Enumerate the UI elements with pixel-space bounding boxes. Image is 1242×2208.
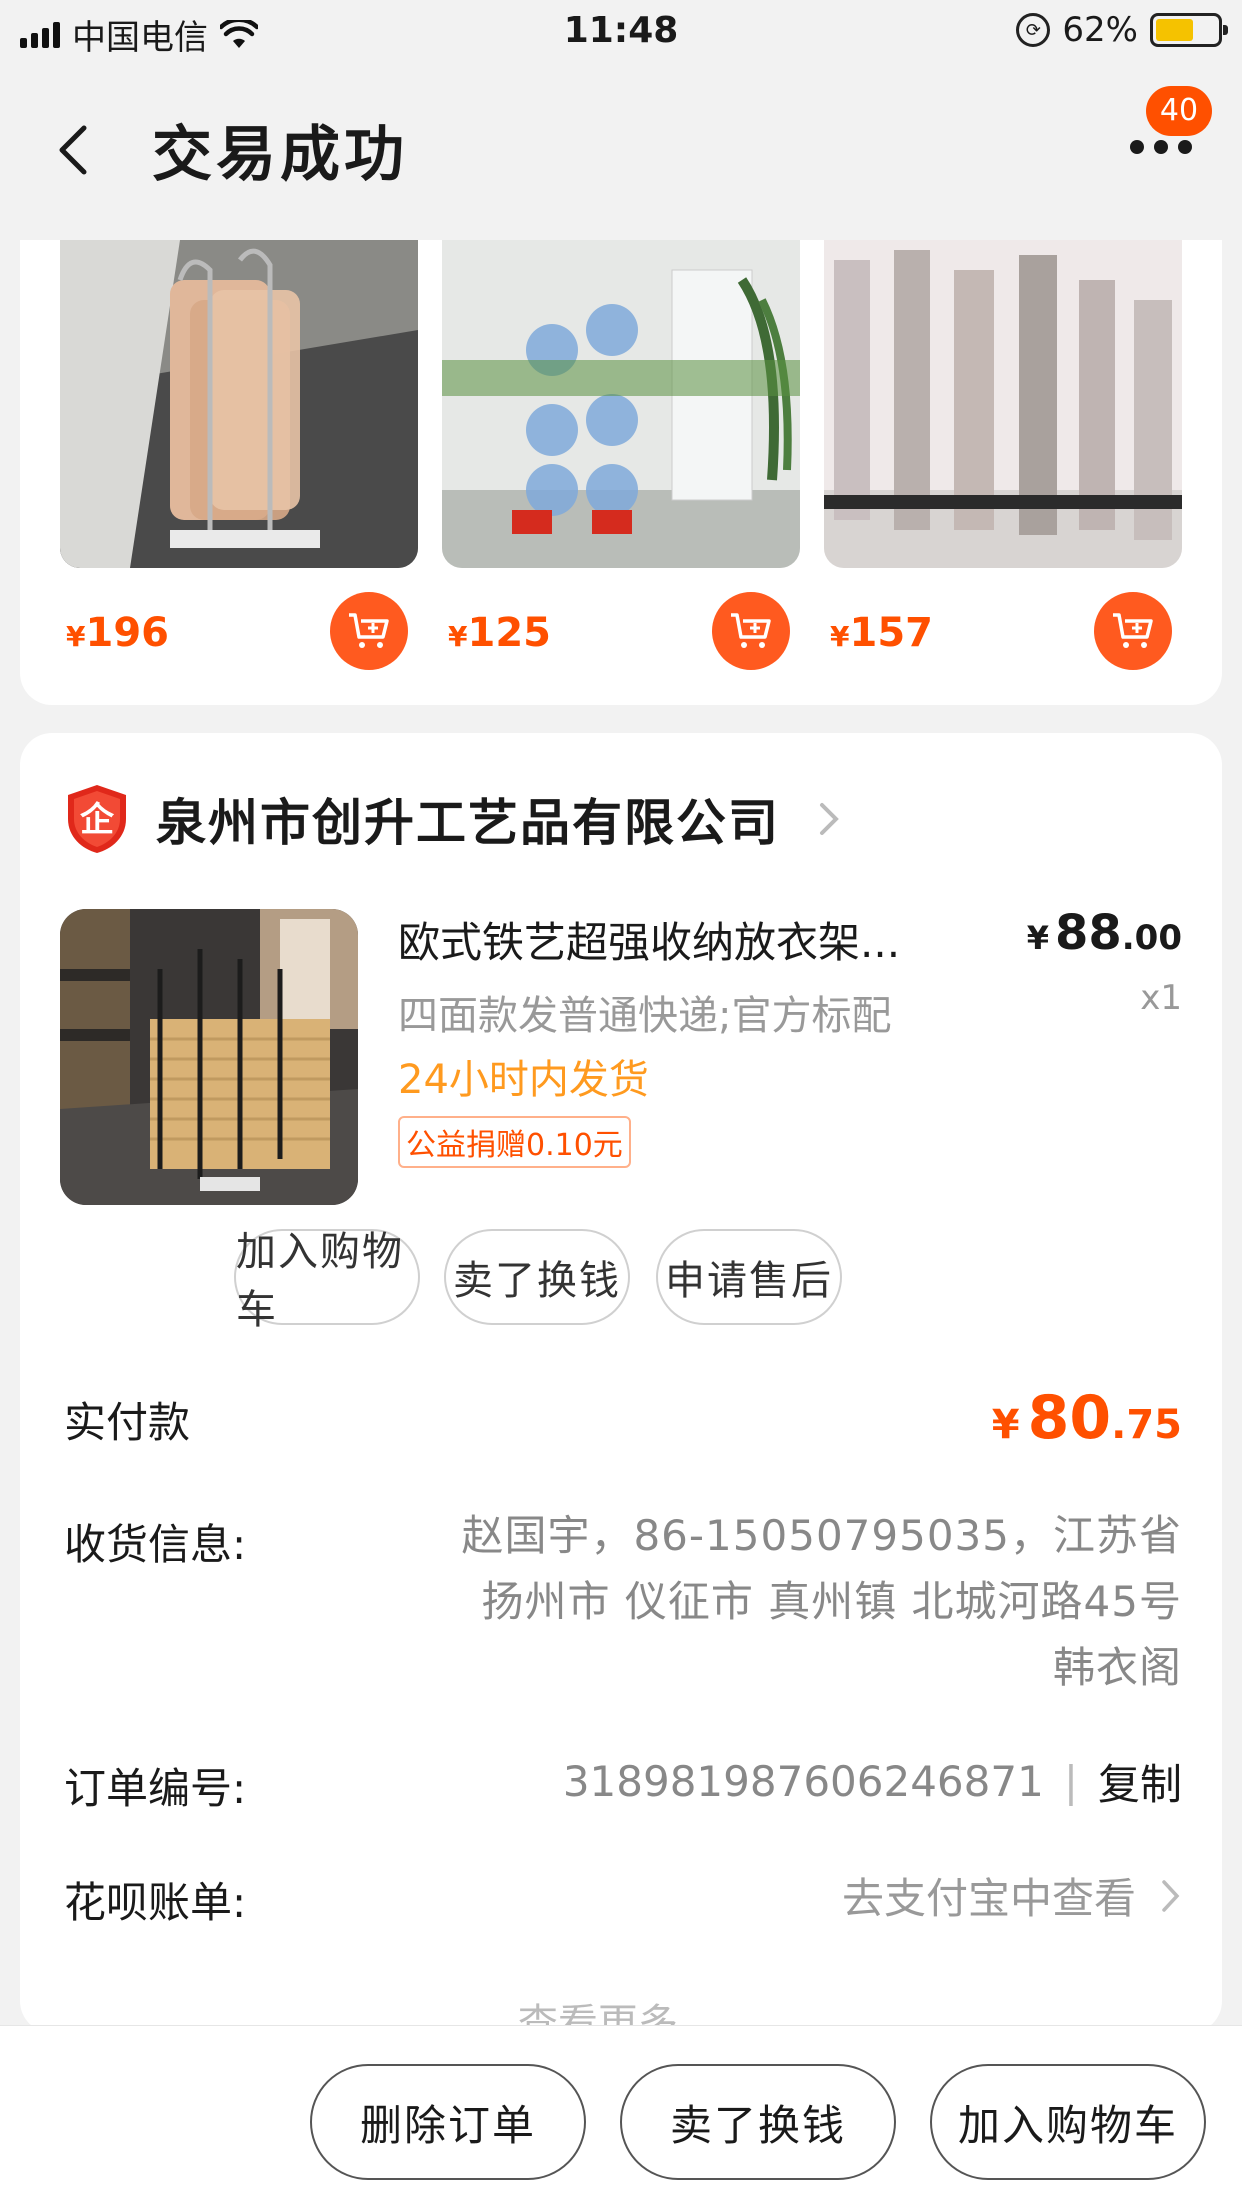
paid-label: 实付款 [64, 1398, 191, 1447]
product-image-book-tower[interactable] [824, 240, 1182, 568]
resell-button[interactable]: 卖了换钱 [620, 2064, 896, 2180]
divider: | [1063, 1757, 1078, 1806]
add-to-cart-item-button[interactable]: 加入购物车 [234, 1229, 420, 1333]
message-count-badge: 40 [1146, 86, 1212, 136]
battery-icon [1150, 13, 1228, 47]
recommendation-item[interactable]: ¥157 [824, 240, 1182, 680]
recommendation-card: ¥196 ¥125 ¥157 [20, 240, 1222, 705]
add-to-cart-button[interactable] [712, 592, 790, 670]
status-bar: 中国电信 11:48 ⟳ 62% [0, 0, 1242, 62]
back-icon[interactable] [48, 120, 98, 180]
cart-icon [1113, 613, 1153, 648]
recommendation-price: ¥196 [66, 610, 169, 656]
paid-amount: ¥80.75 [991, 1383, 1182, 1453]
recommendation-item[interactable]: ¥125 [442, 240, 800, 680]
order-number: 3189819876062468​71 [562, 1757, 1044, 1806]
address-label: 收货信息: [64, 1520, 247, 1569]
cart-icon [731, 613, 771, 648]
shipping-promise: 24小时内发货 [398, 1057, 649, 1103]
bottom-action-bar: 删除订单 卖了换钱 加入购物车 [0, 2025, 1242, 2208]
cart-icon [349, 613, 389, 648]
recommendation-price: ¥157 [830, 610, 933, 656]
rotation-lock-icon: ⟳ [1016, 13, 1051, 47]
add-to-cart-button[interactable] [1094, 592, 1172, 670]
battery-fill [1156, 19, 1194, 41]
add-to-cart-button[interactable] [330, 592, 408, 670]
order-number-row: 3189819876062468​71 | 复制 [563, 1751, 1182, 1812]
page-title: 交易成功 [152, 120, 408, 190]
unit-price: ¥88.00 [1026, 905, 1182, 961]
product-thumbnail[interactable] [60, 909, 358, 1205]
after-sale-button[interactable]: 申请售后 [656, 1229, 842, 1325]
more-icon[interactable] [1130, 140, 1192, 154]
quantity: x1 [1140, 978, 1182, 1018]
order-number-label: 订单编号: [64, 1764, 247, 1813]
product-spec: 四面款发普通快递;官方标配 [398, 993, 892, 1039]
recommendation-price: ¥125 [448, 610, 551, 656]
shipping-address: 赵国宇，86-15050795035，江苏省 扬州市 仪征市 真州镇 北城河路4… [461, 1511, 1182, 1692]
shop-header[interactable]: 企 泉州市创升工艺品有限公司 [64, 783, 842, 855]
battery-percent: 62% [1062, 10, 1138, 50]
charity-tag: 公益捐赠0.10元 [398, 1116, 631, 1168]
status-right: ⟳ 62% [1016, 10, 1228, 50]
product-image-water-bottle-rack[interactable] [442, 240, 800, 568]
nav-bar: 交易成功 40 [0, 62, 1242, 237]
svg-text:企: 企 [80, 800, 115, 840]
enterprise-shield-icon: 企 [68, 785, 126, 853]
shop-name[interactable]: 泉州市创升工艺品有限公司 [156, 783, 780, 855]
chevron-right-icon [820, 803, 839, 835]
recommendation-item[interactable]: ¥196 [60, 240, 418, 680]
huabei-link[interactable]: 去支付宝中查看 [842, 1865, 1182, 1926]
add-to-cart-button[interactable]: 加入购物车 [930, 2064, 1206, 2180]
huabei-label: 花呗账单: [64, 1878, 247, 1927]
product-title[interactable]: 欧式铁艺超强收纳放衣架... [398, 909, 978, 970]
product-image-hanger-rack[interactable] [60, 240, 418, 568]
copy-button[interactable]: 复制 [1098, 1751, 1182, 1812]
resell-item-button[interactable]: 卖了换钱 [444, 1229, 630, 1325]
delete-order-button[interactable]: 删除订单 [310, 2064, 586, 2180]
order-card: 企 泉州市创升工艺品有限公司 欧式铁艺超强收纳放衣架... 四面款发普通快递;官… [20, 733, 1222, 2047]
chevron-right-icon [1162, 1879, 1180, 1912]
